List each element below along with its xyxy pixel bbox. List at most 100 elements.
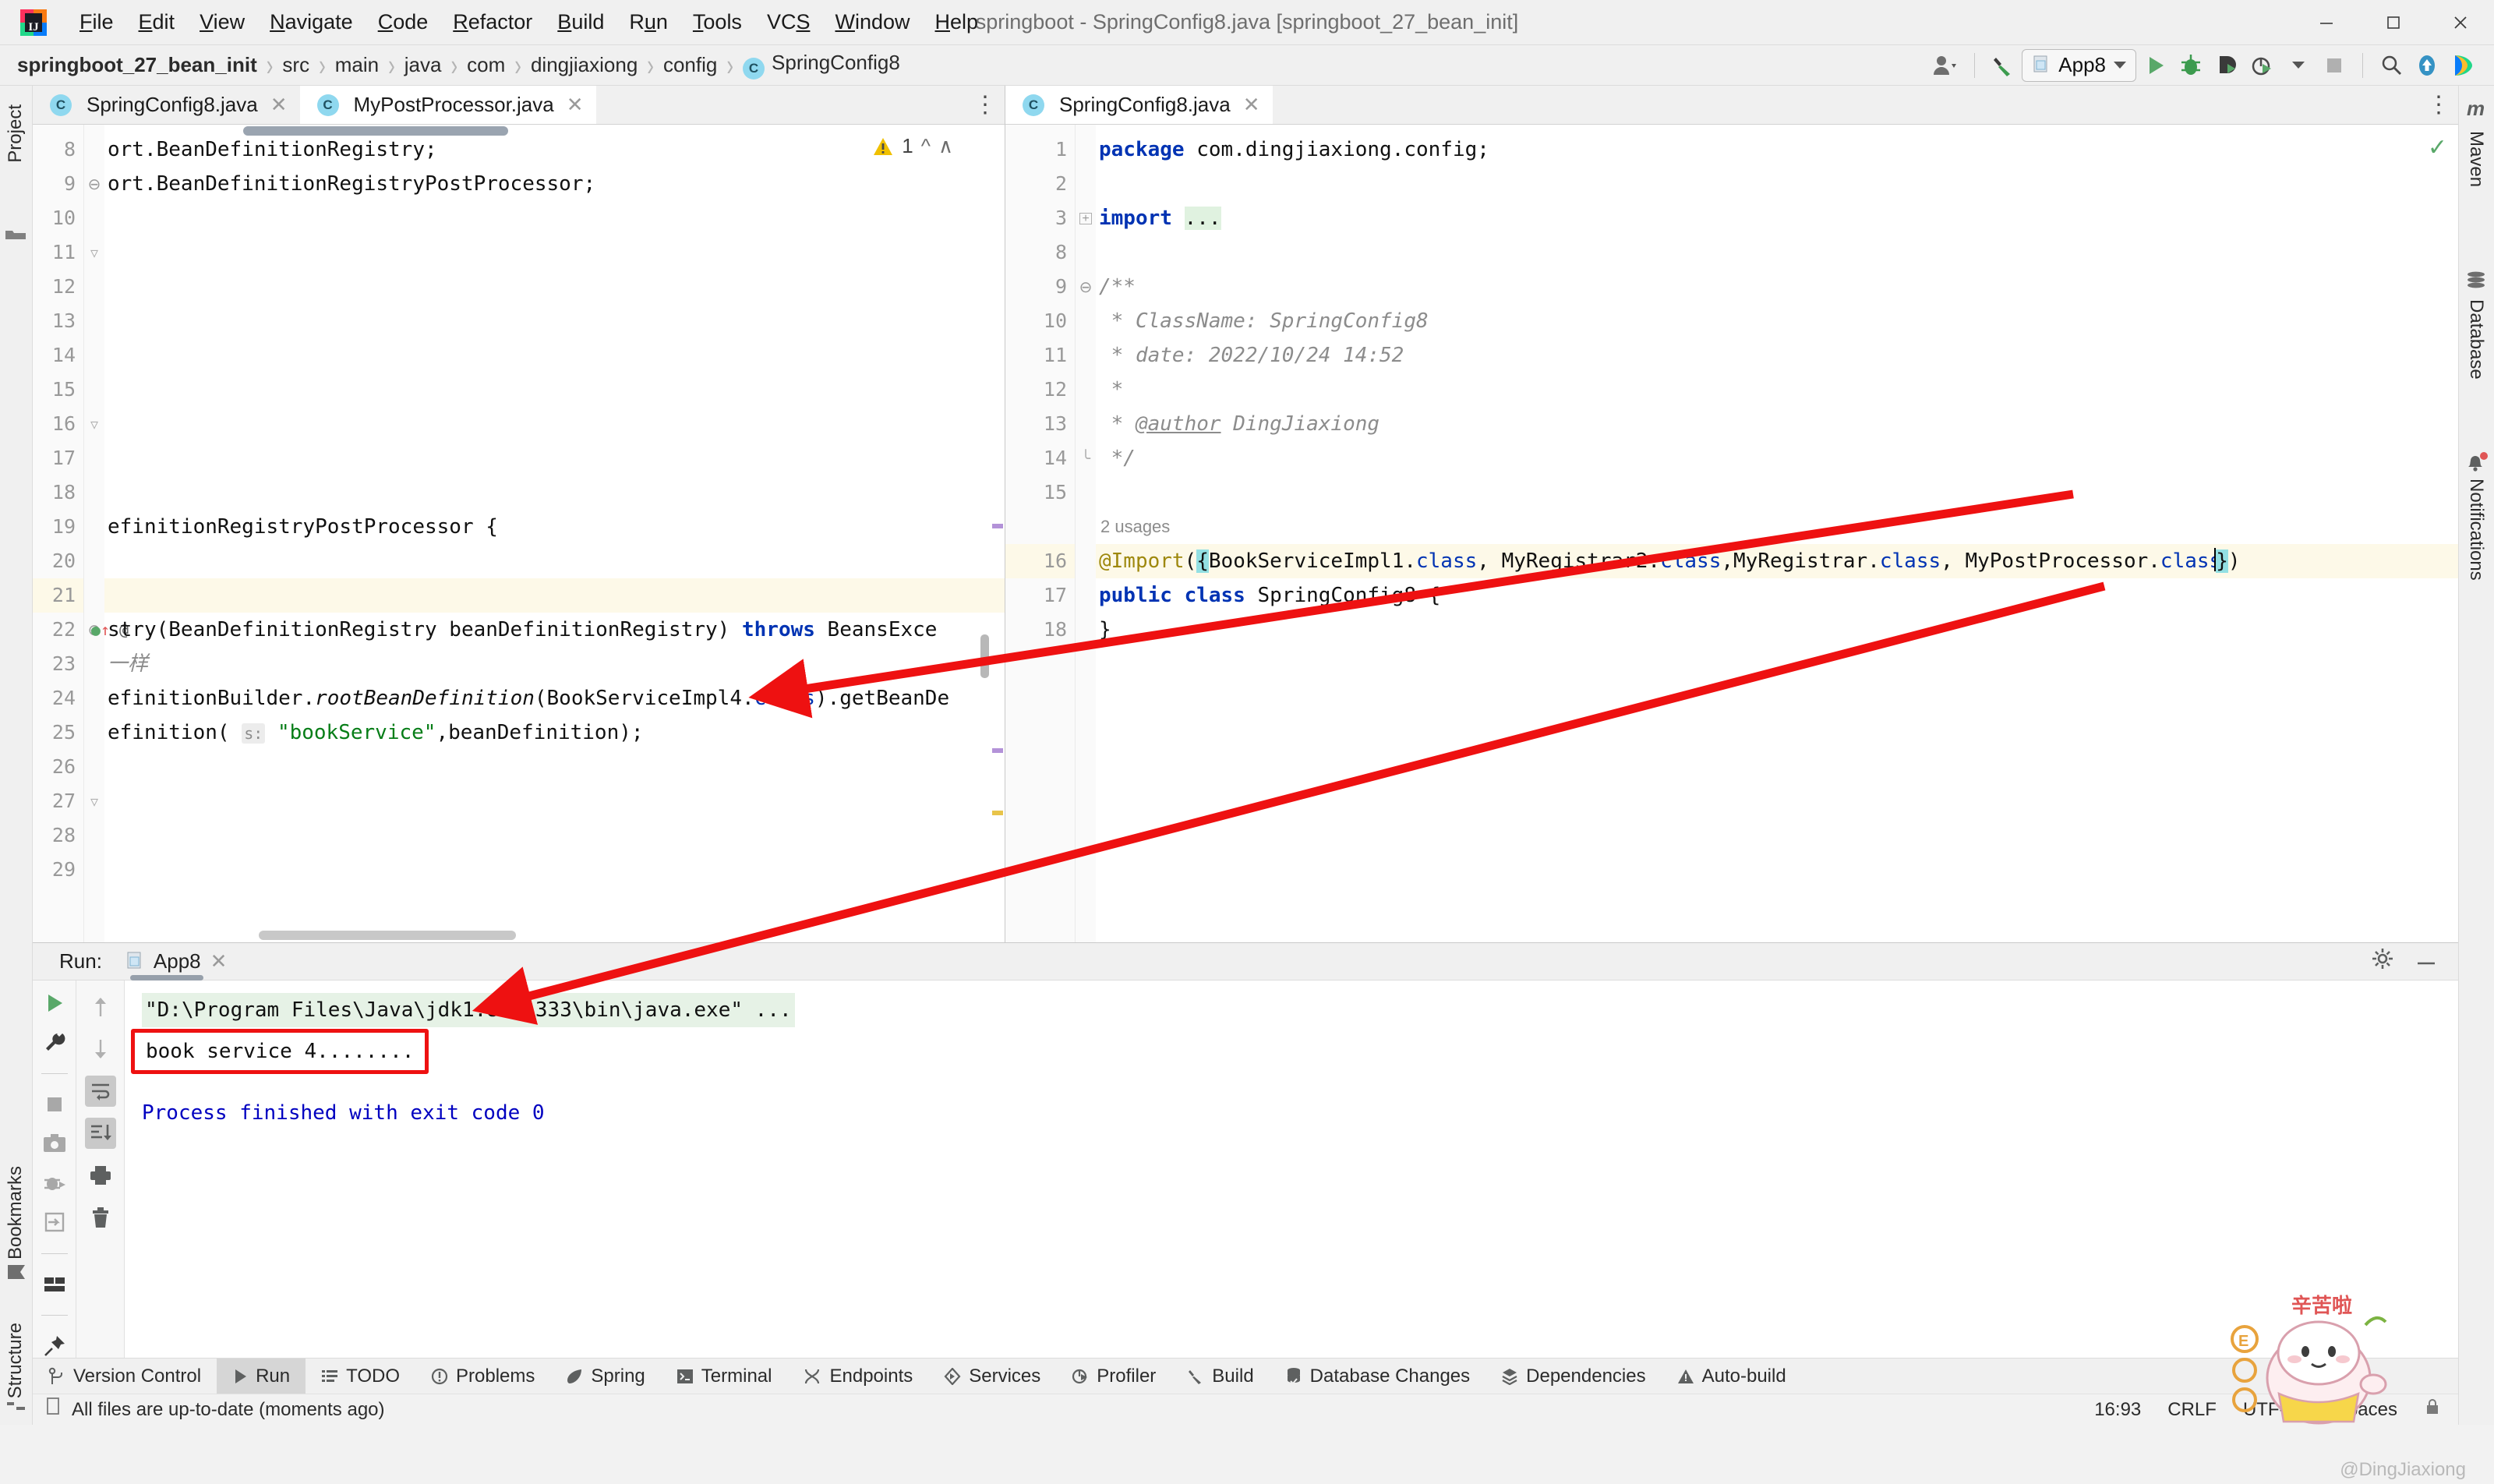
menu-item-run[interactable]: Run <box>616 7 680 37</box>
fold-marker[interactable]: ▿ <box>84 784 104 818</box>
inspection-ok-icon[interactable]: ✓ <box>2428 134 2447 161</box>
print-icon[interactable] <box>85 1160 116 1191</box>
toolwindow-todo[interactable]: TODO <box>306 1359 415 1394</box>
editor-code-right[interactable]: 1 2 3 8 9 10 11 12 13 14 15 16 17 18 + ⊖ ╰ package com.… <box>1005 125 2458 942</box>
fold-marker[interactable] <box>84 270 104 304</box>
code-line[interactable]: ort.BeanDefinitionRegistry; <box>104 132 1005 167</box>
fold-marker[interactable] <box>1076 167 1096 201</box>
inspection-widget-left[interactable]: 1 ^ ∧ <box>872 134 953 158</box>
rerun-icon[interactable] <box>39 991 70 1015</box>
code-line[interactable]: efinitionRegistryPostProcessor { <box>104 510 1005 544</box>
stop-icon[interactable] <box>2317 48 2351 83</box>
code-line[interactable] <box>104 853 1005 887</box>
toolwindow-database-changes[interactable]: Database Changes <box>1270 1359 1485 1394</box>
horizontal-scrollbar-left[interactable] <box>259 931 516 940</box>
fold-marker[interactable]: ⊖ <box>84 167 104 201</box>
code-line[interactable]: * ClassName: SpringConfig8 <box>1096 304 2458 338</box>
code-line[interactable] <box>104 578 1005 613</box>
settings-wrench-icon[interactable] <box>39 1030 70 1054</box>
next-problem-icon[interactable]: ∧ <box>938 134 953 158</box>
code-line[interactable]: /** <box>1096 270 2458 304</box>
code-line[interactable]: package com.dingjiaxiong.config; <box>1096 132 2458 167</box>
fold-marker[interactable] <box>84 510 104 544</box>
code-line[interactable]: @Import({BookServiceImpl1.class, MyRegis… <box>1096 544 2458 578</box>
run-tab-app8[interactable]: App8 ✕ <box>124 949 227 980</box>
fold-marker[interactable]: + <box>1076 201 1096 235</box>
error-stripe-left[interactable] <box>991 125 1005 942</box>
fold-marker[interactable] <box>84 818 104 853</box>
fold-marker[interactable] <box>84 716 104 750</box>
fold-marker[interactable] <box>1076 475 1096 510</box>
code-line[interactable]: efinitionBuilder.rootBeanDefinition(Book… <box>104 681 1005 716</box>
code-line[interactable]: */ <box>1096 441 2458 475</box>
tab-springconfig8-right[interactable]: C SpringConfig8.java ✕ <box>1005 86 1273 124</box>
toolwindow-auto-build[interactable]: Auto-build <box>1662 1359 1802 1394</box>
toolwindow-services[interactable]: Services <box>928 1359 1056 1394</box>
clear-all-icon[interactable] <box>85 1202 116 1233</box>
toolwindow-endpoints[interactable]: Endpoints <box>787 1359 928 1394</box>
menu-item-window[interactable]: Window <box>822 7 922 37</box>
fold-marker[interactable] <box>84 132 104 167</box>
code-line[interactable] <box>104 441 1005 475</box>
code-line[interactable]: ort.BeanDefinitionRegistryPostProcessor; <box>104 167 1005 201</box>
breadcrumb-com[interactable]: com <box>467 53 505 77</box>
minimize-icon[interactable] <box>2293 0 2360 45</box>
code-line[interactable]: 一样 <box>104 647 1005 681</box>
gear-icon[interactable] <box>2371 947 2394 976</box>
menu-item-refactor[interactable]: Refactor <box>440 7 545 37</box>
fold-marker[interactable]: ▿ <box>84 407 104 441</box>
vertical-scrollbar-left[interactable] <box>980 634 989 678</box>
sidebar-item-bookmarks[interactable]: Bookmarks <box>5 1166 26 1260</box>
fold-marker[interactable]: ▿ <box>84 235 104 270</box>
code-line[interactable] <box>104 818 1005 853</box>
usages-hint[interactable]: 2 usages <box>1096 510 2458 544</box>
toolwindow-dependencies[interactable]: Dependencies <box>1485 1359 1661 1394</box>
console-output[interactable]: "D:\Program Files\Java\jdk1.8.0_333\bin\… <box>125 980 2458 1358</box>
menu-item-build[interactable]: Build <box>545 7 616 37</box>
fold-marker[interactable] <box>1076 373 1096 407</box>
fold-marker[interactable] <box>84 201 104 235</box>
ide-feature-icon[interactable] <box>2446 48 2480 83</box>
menu-item-tools[interactable]: Tools <box>680 7 754 37</box>
fold-marker[interactable]: ╰ <box>1076 441 1096 475</box>
code-line[interactable] <box>104 407 1005 441</box>
tab-options-icon[interactable]: ⋮ <box>2421 86 2458 124</box>
tab-mypostprocessor[interactable]: C MyPostProcessor.java ✕ <box>299 86 596 124</box>
code-line[interactable]: public class SpringConfig8 { <box>1096 578 2458 613</box>
code-line[interactable] <box>104 304 1005 338</box>
tab-options-icon[interactable]: ⋮ <box>967 86 1005 124</box>
fold-marker[interactable] <box>84 853 104 887</box>
close-icon[interactable] <box>2427 0 2494 45</box>
sidebar-item-maven[interactable]: Maven <box>2465 131 2487 187</box>
toolwindow-spring[interactable]: Spring <box>550 1359 660 1394</box>
indent-setting[interactable]: 4 spaces <box>2323 1399 2397 1421</box>
soft-wrap-icon[interactable] <box>84 1076 116 1107</box>
menu-item-vcs[interactable]: VCS <box>754 7 823 37</box>
search-icon[interactable] <box>2374 48 2408 83</box>
fold-marker[interactable] <box>84 475 104 510</box>
fold-marker[interactable] <box>84 681 104 716</box>
fold-marker[interactable] <box>1076 235 1096 270</box>
code-line[interactable] <box>1096 235 2458 270</box>
code-line[interactable] <box>104 750 1005 784</box>
close-icon[interactable]: ✕ <box>270 93 288 117</box>
code-line[interactable]: efinition( s: "bookService",beanDefiniti… <box>104 716 1005 750</box>
editor-code-left[interactable]: 8 9 10 11 12 13 14 15 16 17 18 19 20 21 22 ●↑ @ 23 24 25 26… <box>33 125 1005 942</box>
fold-marker[interactable] <box>1076 407 1096 441</box>
sidebar-item-notifications[interactable]: Notifications <box>2465 479 2487 581</box>
toolwindow-problems[interactable]: Problems <box>415 1359 550 1394</box>
fold-marker[interactable] <box>1076 544 1096 578</box>
toolwindow-profiler[interactable]: Profiler <box>1056 1359 1171 1394</box>
code-line[interactable]: import ... <box>1096 201 2458 235</box>
scroll-down-icon[interactable] <box>85 1034 116 1065</box>
fold-marker[interactable] <box>84 647 104 681</box>
menu-item-file[interactable]: FFileile <box>67 7 126 37</box>
breadcrumb-dingjiaxiong[interactable]: dingjiaxiong <box>531 53 638 77</box>
debug-thread-dump-icon[interactable] <box>39 1171 70 1195</box>
fold-gutter-left[interactable]: ⊖ ▿ ▿ ⊖ ▿ <box>84 125 104 942</box>
code-line[interactable]: * date: 2022/10/24 14:52 <box>1096 338 2458 373</box>
code-text-left[interactable]: ort.BeanDefinitionRegistry; ort.BeanDefin… <box>104 125 1005 942</box>
screenshot-icon[interactable] <box>39 1132 70 1155</box>
line-separator[interactable]: CRLF <box>2167 1399 2217 1421</box>
sidebar-item-structure[interactable]: Structure <box>5 1323 26 1398</box>
